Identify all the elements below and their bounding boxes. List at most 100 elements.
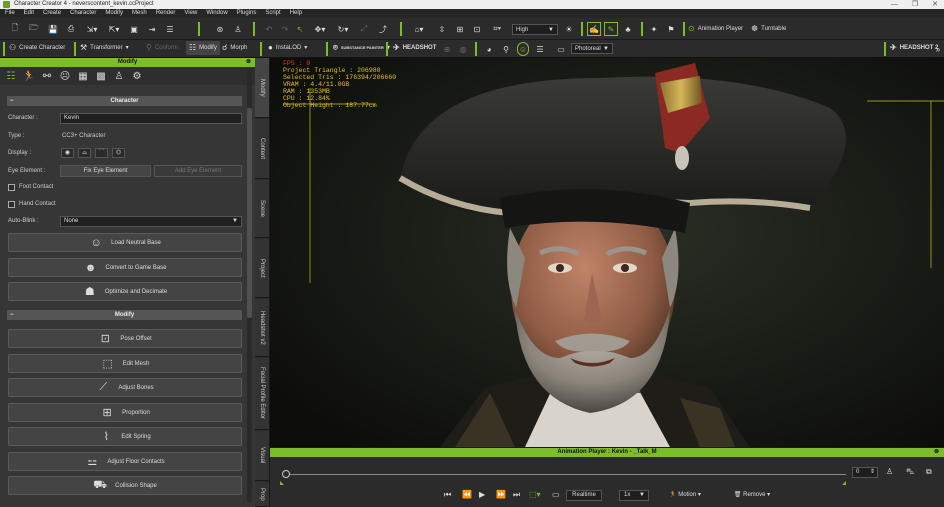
headshot-tool-icon[interactable]: ⊕ — [441, 42, 453, 56]
export-icon[interactable]: ⇱▾ — [105, 22, 123, 36]
menu-character[interactable]: Character — [70, 9, 96, 18]
display-mesh-icon[interactable]: ⌓ — [78, 148, 91, 158]
menu-window[interactable]: Window — [206, 9, 227, 18]
step-back-icon[interactable]: ⏪ — [462, 490, 472, 499]
subtitle-icon[interactable]: ▭ — [552, 490, 560, 499]
speed-select[interactable]: 1x ▼ — [619, 490, 649, 501]
panel-scrollbar[interactable] — [247, 68, 252, 502]
quality-select[interactable]: High ▼ — [512, 24, 558, 35]
save-as-icon[interactable]: ⎙ — [64, 22, 78, 36]
tab-prop[interactable]: Prop — [255, 482, 269, 507]
end-marker-icon[interactable] — [842, 481, 846, 485]
figure-icon[interactable]: ♙ — [886, 467, 893, 476]
vehicle-icon[interactable]: ⛍ — [906, 467, 914, 477]
instalod-button[interactable]: ● InstaLOD ▾ — [268, 41, 307, 55]
play-icon[interactable]: ▶ — [479, 490, 485, 499]
tab-scene[interactable]: Scene — [255, 180, 269, 238]
headshot-button[interactable]: ✈ HEADSHOT — [393, 41, 436, 55]
motion-button[interactable]: 🏃 Motion ▾ — [656, 490, 714, 501]
light-icon[interactable]: ☀ — [562, 22, 576, 36]
foot-contact-checkbox[interactable] — [8, 184, 15, 191]
edit-spring-button[interactable]: ⌇ Edit Spring — [8, 427, 242, 446]
grid-icon[interactable]: ⌗▾ — [488, 22, 506, 36]
collision-shape-button[interactable]: ⛟ Collision Shape — [8, 476, 242, 495]
scrollbar-thumb[interactable] — [247, 108, 252, 318]
step-forward-icon[interactable]: ⏩ — [496, 490, 506, 499]
zoom-extent-icon[interactable]: ⊞ — [453, 22, 467, 36]
move-icon[interactable]: ✥▾ — [311, 22, 329, 36]
tab-visual[interactable]: Visual — [255, 431, 269, 481]
loop-icon[interactable]: ⬚▾ — [529, 490, 541, 499]
minimize-button[interactable]: — — [891, 0, 898, 9]
select-icon[interactable]: ↖ — [293, 22, 307, 36]
open-folder-icon[interactable]: 🗁 — [27, 22, 41, 36]
texture-icon[interactable]: ◕ — [483, 42, 495, 56]
modify-section-header[interactable]: − Modify — [7, 310, 242, 320]
physics-icon[interactable]: ✦ — [647, 22, 661, 36]
adjust-floor-contacts-button[interactable]: ⚍ Adjust Floor Contacts — [8, 452, 242, 471]
tab-facial-profile-editor[interactable]: Facial Profile Editor — [255, 358, 269, 430]
render-settings-icon[interactable]: ▭ — [555, 42, 567, 56]
send-icon[interactable]: ⇥ — [145, 22, 159, 36]
redo-icon[interactable]: ↷ — [278, 22, 292, 36]
menu-help[interactable]: Help — [290, 9, 302, 18]
flag-icon[interactable]: ⚑ — [664, 22, 678, 36]
window-icon[interactable]: ⧉ — [926, 467, 932, 477]
display-wire-icon[interactable]: ⌬ — [112, 148, 125, 158]
tab-pose-icon[interactable]: 🏃 — [21, 69, 37, 83]
rotate-icon[interactable]: ↻▾ — [334, 22, 352, 36]
load-neutral-base-button[interactable]: ☺ Load Neutral Base — [8, 233, 242, 252]
panel-close-icon[interactable]: ⊗ — [246, 58, 251, 67]
create-character-button[interactable]: ⚇ Create Character — [9, 41, 65, 55]
transformer-button[interactable]: ⚒ Transformer ▾ — [80, 41, 129, 55]
character-icon[interactable]: ♙ — [231, 22, 245, 36]
menu-render[interactable]: Render — [156, 9, 176, 18]
home-view-icon[interactable]: ⌂▾ — [410, 22, 428, 36]
tab-gear-icon[interactable]: ⚙ — [129, 69, 145, 83]
menu-plugins[interactable]: Plugins — [237, 9, 257, 18]
remove-button[interactable]: 🗑 Remove ▾ — [727, 490, 777, 501]
proportion-button[interactable]: ⊞ Proportion — [8, 403, 242, 422]
display-lock-icon[interactable]: ⌒ — [95, 148, 108, 158]
pose-icon[interactable]: ✍ — [587, 22, 601, 36]
smart-search-icon[interactable]: ⊛ — [213, 22, 227, 36]
pose-offset-button[interactable]: ⊡ Pose Offset — [8, 329, 242, 348]
menu-create[interactable]: Create — [43, 9, 61, 18]
edit-pose-icon[interactable]: ✎ — [604, 22, 618, 36]
optimize-decimate-button[interactable]: ☗ Optimize and Decimate — [8, 282, 242, 301]
inspect-icon[interactable]: ⚲ — [500, 42, 512, 56]
fit-view-icon[interactable]: ⇳ — [435, 22, 449, 36]
menu-mesh[interactable]: Mesh — [132, 9, 147, 18]
3d-viewport[interactable]: FPS : 0 Project Triangle : 206980 Select… — [270, 58, 944, 447]
new-file-icon[interactable]: 🗋 — [8, 22, 22, 36]
turntable-button[interactable]: ☸ Turntable — [751, 22, 786, 36]
export-fbx-icon[interactable]: ▣ — [127, 22, 141, 36]
menu-file[interactable]: File — [5, 9, 15, 18]
auto-blink-select[interactable]: None ▼ — [60, 216, 242, 227]
start-marker-icon[interactable] — [280, 481, 284, 485]
tab-motion-icon[interactable]: ⚯ — [39, 69, 55, 83]
skip-start-icon[interactable]: ⏮ — [444, 490, 451, 500]
adjust-bones-button[interactable]: ⟋ Adjust Bones — [8, 378, 242, 397]
timeline-track[interactable] — [284, 474, 846, 475]
tab-sliders-icon[interactable]: ☷ — [3, 69, 19, 83]
add-eye-element-button[interactable]: Add Eye Element — [154, 165, 242, 177]
edit-mesh-button[interactable]: ⬚ Edit Mesh — [8, 354, 242, 373]
render-mode-select[interactable]: Photoreal ▼ — [571, 43, 613, 54]
frame-input[interactable]: 0 ⇕ — [852, 467, 878, 478]
maximize-button[interactable]: ❐ — [912, 0, 918, 9]
character-section-header[interactable]: − Character — [7, 96, 242, 106]
menu-script[interactable]: Script — [265, 9, 280, 18]
align-icon[interactable]: ⤴ — [376, 22, 390, 36]
realtime-button[interactable]: Realtime — [566, 490, 602, 501]
tab-user-icon[interactable]: ♙ — [111, 69, 127, 83]
expand-toolbar-icon[interactable]: » — [933, 42, 943, 56]
skip-end-icon[interactable]: ⏭ — [513, 490, 520, 500]
import-icon[interactable]: ⇲▾ — [83, 22, 101, 36]
save-icon[interactable]: 💾 — [46, 22, 60, 36]
convert-game-base-button[interactable]: ☻ Convert to Game Base — [8, 258, 242, 277]
tab-headshot-v2[interactable]: Headshot v2 — [255, 299, 269, 357]
menu-view[interactable]: View — [184, 9, 197, 18]
substance-button[interactable]: ⌾ SUBSTANCE PAINTER ▾ — [333, 41, 390, 55]
tab-checker-icon[interactable]: ▩ — [93, 69, 109, 83]
